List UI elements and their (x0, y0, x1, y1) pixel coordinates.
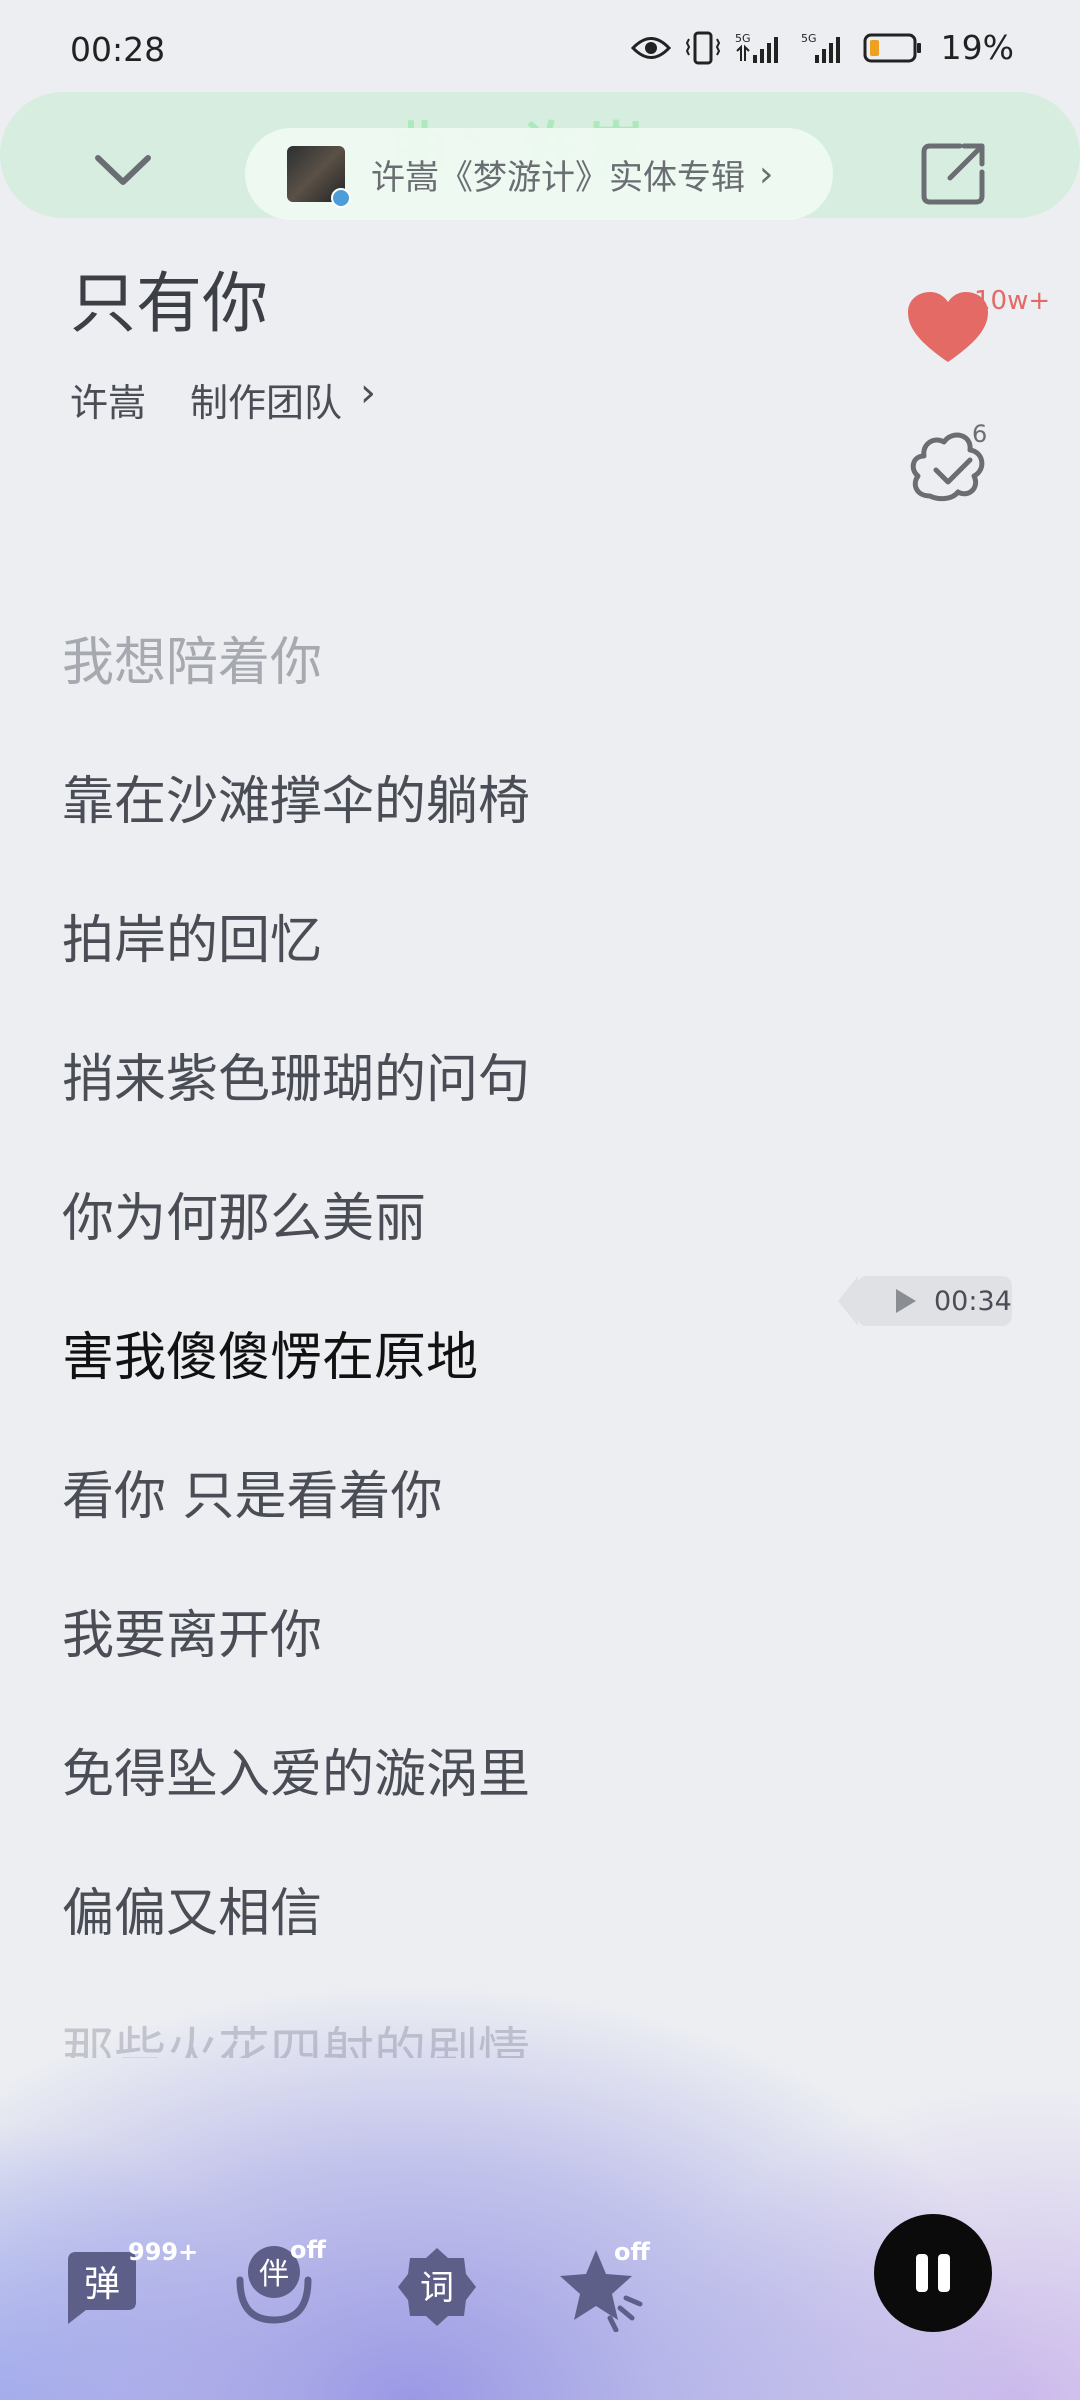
signal-icon-1: 5G (735, 32, 778, 63)
danmu-label: 弹 (84, 2264, 120, 2305)
lyric-line[interactable]: 看你 只是看着你 (62, 1454, 443, 1529)
pause-button[interactable] (874, 2214, 992, 2332)
production-team-link[interactable]: 制作团队 (190, 372, 342, 427)
danmu-count-badge: 999+ (128, 2238, 199, 2266)
accompany-state-badge: off (290, 2236, 326, 2264)
like-count: 10w+ (974, 286, 1051, 316)
lyrics-badge-icon: 词 (398, 2248, 476, 2326)
share-button[interactable] (920, 138, 990, 208)
effect-state-badge: off (614, 2238, 650, 2266)
lyric-line[interactable]: 那些火花四射的剧情 (62, 2010, 530, 2058)
signal-icon-2: 5G (801, 32, 840, 63)
song-artist-link[interactable]: 许嵩 (70, 372, 146, 427)
battery-icon (863, 33, 921, 62)
lyric-line[interactable]: 我想陪着你 (62, 620, 322, 695)
share-icon (921, 143, 985, 205)
status-bar: 00:28 5G 5G 19% (0, 0, 1080, 96)
lyric-line[interactable]: 靠在沙滩撑伞的躺椅 (62, 759, 530, 834)
lyric-line[interactable]: 拍岸的回忆 (62, 898, 322, 973)
lyrics-label: 词 (420, 2268, 454, 2308)
status-icons: 5G 5G 19% (630, 28, 1014, 67)
comment-count: 6 (972, 420, 988, 448)
status-time: 00:28 (70, 30, 166, 69)
lyric-line[interactable]: 你为何那么美丽 (62, 1176, 426, 1251)
album-promo-text: 许嵩《梦游计》实体专辑 (371, 157, 745, 198)
vibrate-icon (685, 31, 720, 64)
album-promo-pill[interactable]: 许嵩《梦游计》实体专辑 › (245, 128, 833, 220)
eye-icon (630, 36, 671, 59)
chevron-down-icon (95, 155, 151, 185)
seek-time: 00:34 (934, 1285, 1012, 1317)
accompany-label: 伴 (259, 2257, 289, 2292)
network-label-1: 5G (735, 32, 751, 45)
battery-percent: 19% (940, 28, 1014, 67)
lyric-line-current[interactable]: 害我傻傻愣在原地 (62, 1315, 478, 1390)
collapse-button[interactable] (88, 140, 158, 200)
network-label-2: 5G (801, 32, 817, 45)
lyric-line[interactable]: 捎来紫色珊瑚的问句 (62, 1037, 530, 1112)
lyric-line[interactable]: 偏偏又相信 (62, 1871, 322, 1946)
album-cover-image (287, 146, 351, 208)
lyric-line[interactable]: 我要离开你 (62, 1593, 322, 1668)
seek-to-line-button[interactable]: 00:34 (838, 1276, 1012, 1326)
song-title: 只有你 (70, 265, 268, 342)
chevron-right-icon: › (360, 370, 376, 416)
lyrics-style-button[interactable]: 词 (396, 2246, 478, 2328)
chevron-right-icon: › (759, 153, 774, 195)
lyric-line[interactable]: 免得坠入爱的漩涡里 (62, 1732, 530, 1807)
play-icon (896, 1289, 916, 1313)
